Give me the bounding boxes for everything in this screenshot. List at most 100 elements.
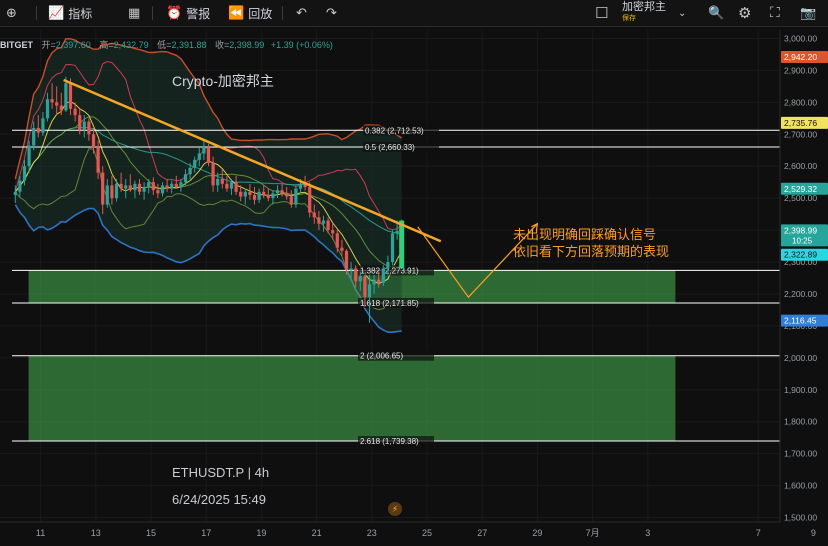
price-tag-label: 2,322.89 <box>784 250 817 260</box>
candle-body <box>101 172 105 205</box>
candle-body <box>289 196 293 205</box>
candle-body <box>266 194 270 199</box>
time-tick-label: 3 <box>645 528 650 538</box>
analysis-note: 未出现明确回踩确认信号 依旧看下方回落预期的表现 <box>513 226 669 260</box>
time-tick-label: 25 <box>422 528 432 538</box>
fib-label-0.5: 0.5 (2,660.33) <box>365 143 415 152</box>
time-tick-label: 15 <box>146 528 156 538</box>
candle-body <box>82 121 86 130</box>
price-tick-label: 2,600.00 <box>784 161 817 171</box>
candle-body <box>59 105 63 111</box>
candle-body <box>349 268 353 271</box>
candle-body <box>386 262 390 269</box>
candle-body <box>50 99 54 103</box>
candle-body <box>252 194 257 200</box>
candle-body <box>257 191 261 200</box>
candle-body <box>78 115 82 130</box>
candle-body <box>160 185 165 194</box>
candle-body <box>151 182 155 191</box>
candle-body <box>202 147 206 154</box>
time-tick-label: 23 <box>367 528 377 538</box>
candle <box>308 182 312 218</box>
candle-body <box>262 191 266 195</box>
close-value: 2,398.99 <box>229 40 265 50</box>
candle <box>294 185 298 208</box>
price-tick-label: 1,600.00 <box>784 481 817 491</box>
candle-body <box>395 230 399 234</box>
candle-body <box>36 127 40 133</box>
candle-body <box>179 182 183 187</box>
symbol-label[interactable]: BITGET <box>0 40 33 50</box>
candle-body <box>340 247 344 251</box>
candle-body <box>183 174 188 183</box>
candle-body <box>211 163 215 186</box>
candle-body <box>45 99 50 119</box>
candle-body <box>96 147 100 173</box>
candle-body <box>239 191 243 197</box>
candle-body <box>326 220 330 231</box>
candle-body <box>331 230 335 234</box>
price-tick-label: 2,700.00 <box>784 129 817 139</box>
candle-body <box>27 145 31 167</box>
time-tick-label: 7 <box>756 528 761 538</box>
price-tag-label: 2,529.32 <box>784 184 817 194</box>
candle-body <box>188 167 192 175</box>
candle-body <box>22 166 27 181</box>
candle-body <box>110 185 114 199</box>
price-tick-label: 1,900.00 <box>784 385 817 395</box>
candle-body <box>225 183 229 189</box>
open-label: 开= <box>41 40 56 50</box>
low-value: 2,391.88 <box>171 40 207 50</box>
price-tag-label: 2,398.99 <box>784 225 817 235</box>
candle-body <box>381 268 385 283</box>
price-tick-label: 1,700.00 <box>784 449 817 459</box>
candle-body <box>321 220 326 224</box>
analysis-note-line1: 未出现明确回踩确认信号 <box>513 227 657 242</box>
candle-body <box>285 193 289 197</box>
candle-body <box>197 153 201 160</box>
candle-body <box>335 233 339 248</box>
low-label: 低= <box>157 40 172 50</box>
candle-body <box>317 217 321 224</box>
candle-body <box>363 276 367 298</box>
ticker-watermark: ETHUSDT.P | 4h <box>172 465 270 480</box>
fib-label-1.382: 1.382 (2,273.91) <box>360 266 419 275</box>
candle-body <box>73 108 77 116</box>
candle-body <box>271 193 275 199</box>
candle-body <box>170 183 174 189</box>
candle <box>206 143 211 167</box>
close-label: 收= <box>215 40 230 50</box>
price-tick-label: 1,800.00 <box>784 417 817 427</box>
candle-body <box>294 188 298 205</box>
time-tick-label: 27 <box>477 528 487 538</box>
candle-body <box>55 102 59 106</box>
candle-body <box>64 83 68 111</box>
target-zone-box <box>28 355 676 442</box>
time-tick-label: 7月 <box>586 528 600 538</box>
fib-label-0.382: 0.382 (2,712.53) <box>365 126 424 135</box>
price-tick-label: 2,200.00 <box>784 289 817 299</box>
price-tick-label: 2,800.00 <box>784 97 817 107</box>
time-tick-label: 19 <box>256 528 266 538</box>
candle-body <box>367 284 372 298</box>
candle-body <box>280 190 284 194</box>
fib-label-2.618: 2.618 (1,739.38) <box>360 437 419 446</box>
price-tag-label: 2,116.45 <box>784 316 817 326</box>
datetime-watermark: 6/24/2025 15:49 <box>172 492 266 507</box>
candle-body <box>156 190 160 194</box>
candle-body <box>354 268 358 282</box>
candle-body <box>193 159 197 168</box>
time-tick-label: 13 <box>91 528 101 538</box>
time-tick-label: 11 <box>36 528 45 538</box>
price-chart[interactable]: 0.382 (2,712.53) 0.5 (2,660.33) 1.382 (2,2… <box>0 0 828 546</box>
price-axis: 3,000.00 2,900.00 2,800.00 2,700.00 2,600.00… <box>779 30 828 523</box>
ohlc-legend: BITGET 开=2,397.60 高=2,432.79 低=2,391.88 … <box>0 38 333 51</box>
candle-body <box>18 180 22 192</box>
time-axis: 11 13 15 17 19 21 23 25 27 29 7月 3 7 9 <box>0 521 816 538</box>
candle-body <box>229 182 234 189</box>
price-tag-label: 2,735.76 <box>784 118 817 128</box>
candle-body <box>87 121 91 135</box>
lightning-icon[interactable]: ⚡ <box>388 502 402 516</box>
candle-body <box>124 185 128 189</box>
candle-body <box>275 190 280 194</box>
